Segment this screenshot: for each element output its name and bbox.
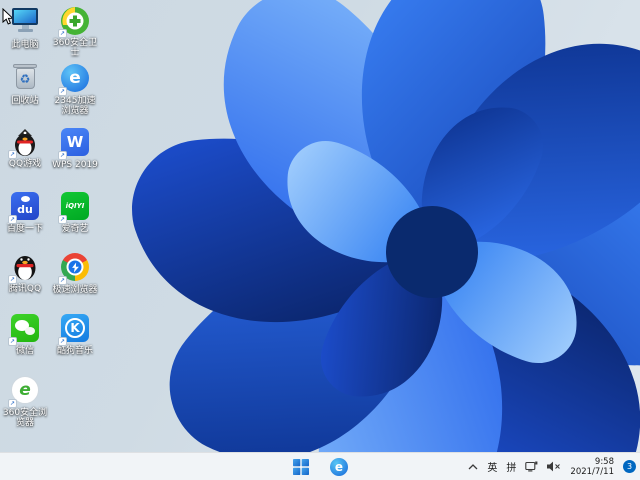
desktop-icon-qq-games[interactable]: ↗ QQ游戏 bbox=[1, 127, 49, 169]
shortcut-arrow-icon: ↗ bbox=[58, 87, 67, 96]
speed-browser-icon: ↗ bbox=[58, 253, 90, 285]
desktop-icon-iqiyi[interactable]: iQIYI ↗ 爱奇艺 bbox=[51, 191, 99, 234]
icon-label: 此电脑 bbox=[11, 40, 39, 50]
360-browser-icon: e ↗ bbox=[8, 376, 40, 408]
tray-chevron-button[interactable] bbox=[468, 463, 478, 470]
icon-label: 360安全卫士 bbox=[52, 38, 98, 58]
this-pc-icon bbox=[10, 8, 40, 38]
ethernet-icon bbox=[525, 461, 538, 472]
speaker-muted-icon bbox=[547, 461, 561, 472]
shortcut-arrow-icon: ↗ bbox=[8, 275, 17, 284]
icon-label: 腾讯QQ bbox=[8, 284, 42, 294]
desktop-icon-recycle-bin[interactable]: ♻ 回收站 bbox=[1, 63, 49, 106]
shortcut-arrow-icon: ↗ bbox=[58, 151, 67, 160]
2345-browser-icon: e ↗ bbox=[58, 64, 90, 96]
tray-time: 9:58 bbox=[594, 456, 614, 467]
shortcut-arrow-icon: ↗ bbox=[8, 215, 17, 224]
desktop-icon-2345-browser[interactable]: e ↗ 2345加速浏览器 bbox=[51, 63, 99, 116]
ime-english-indicator[interactable]: 英 bbox=[487, 459, 497, 474]
windows-logo-icon bbox=[293, 458, 309, 475]
iqiyi-icon: iQIYI ↗ bbox=[58, 192, 90, 224]
icon-label: 微信 bbox=[15, 346, 34, 356]
clock[interactable]: 9:58 2021/7/11 bbox=[570, 457, 614, 477]
shortcut-arrow-icon: ↗ bbox=[8, 337, 17, 346]
taskbar: e 英 拼 9:58 2021/7/11 3 bbox=[0, 452, 640, 480]
desktop-icon-kugou-music[interactable]: K ↗ 酷狗音乐 bbox=[51, 313, 99, 356]
desktop-icon-wps-2019[interactable]: W ↗ WPS 2019 bbox=[51, 127, 99, 170]
tray-date: 2021/7/11 bbox=[570, 466, 614, 477]
360-safeguard-icon: ↗ bbox=[58, 6, 90, 38]
desktop-icon-speed-browser[interactable]: ↗ 极速浏览器 bbox=[51, 252, 99, 295]
desktop-icon-360-safeguard[interactable]: ↗ 360安全卫士 bbox=[51, 6, 99, 58]
shortcut-arrow-icon: ↗ bbox=[8, 399, 17, 408]
network-button[interactable] bbox=[525, 461, 538, 472]
desktop-icon-tencent-qq[interactable]: ↗ 腾讯QQ bbox=[1, 252, 49, 294]
edge-taskbar-button[interactable]: e bbox=[327, 455, 351, 479]
desktop[interactable]: 此电脑 ♻ 回收站 ↗ QQ游戏 du ↗ 百度一下 ↗ 腾讯QQ ↗ 微信 e… bbox=[0, 0, 640, 480]
shortcut-arrow-icon: ↗ bbox=[58, 29, 67, 38]
chevron-up-icon bbox=[468, 463, 478, 469]
desktop-icon-baidu[interactable]: du ↗ 百度一下 bbox=[1, 191, 49, 234]
qq-games-icon: ↗ bbox=[8, 127, 40, 159]
icon-label: 爱奇艺 bbox=[61, 224, 89, 234]
desktop-icon-wechat[interactable]: ↗ 微信 bbox=[1, 313, 49, 356]
ime-pinyin-indicator[interactable]: 拼 bbox=[506, 459, 516, 474]
shortcut-arrow-icon: ↗ bbox=[8, 150, 17, 159]
recycle-bin-icon: ♻ bbox=[10, 64, 40, 94]
icon-label: 极速浏览器 bbox=[52, 285, 98, 295]
shortcut-arrow-icon: ↗ bbox=[58, 337, 67, 346]
icon-label: QQ游戏 bbox=[8, 159, 42, 169]
edge-icon: e bbox=[330, 457, 348, 476]
tencent-qq-icon: ↗ bbox=[8, 252, 40, 284]
icon-label: 2345加速浏览器 bbox=[54, 96, 96, 116]
baidu-icon: du ↗ bbox=[8, 192, 40, 224]
wps-2019-icon: W ↗ bbox=[58, 128, 90, 160]
desktop-icon-this-pc[interactable]: 此电脑 bbox=[1, 6, 49, 50]
kugou-music-icon: K ↗ bbox=[58, 314, 90, 346]
start-button[interactable] bbox=[289, 455, 313, 479]
icon-label: 回收站 bbox=[11, 96, 39, 106]
icon-label: 百度一下 bbox=[6, 224, 43, 234]
icon-label: WPS 2019 bbox=[52, 160, 98, 170]
icon-label: 酷狗音乐 bbox=[56, 346, 93, 356]
shortcut-arrow-icon: ↗ bbox=[58, 276, 67, 285]
notification-badge[interactable]: 3 bbox=[623, 460, 636, 473]
wechat-icon: ↗ bbox=[8, 314, 40, 346]
shortcut-arrow-icon: ↗ bbox=[58, 215, 67, 224]
desktop-icon-360-browser[interactable]: e ↗ 360安全浏览器 bbox=[1, 375, 49, 428]
volume-button[interactable] bbox=[547, 461, 561, 472]
icon-label: 360安全浏览器 bbox=[2, 408, 48, 428]
